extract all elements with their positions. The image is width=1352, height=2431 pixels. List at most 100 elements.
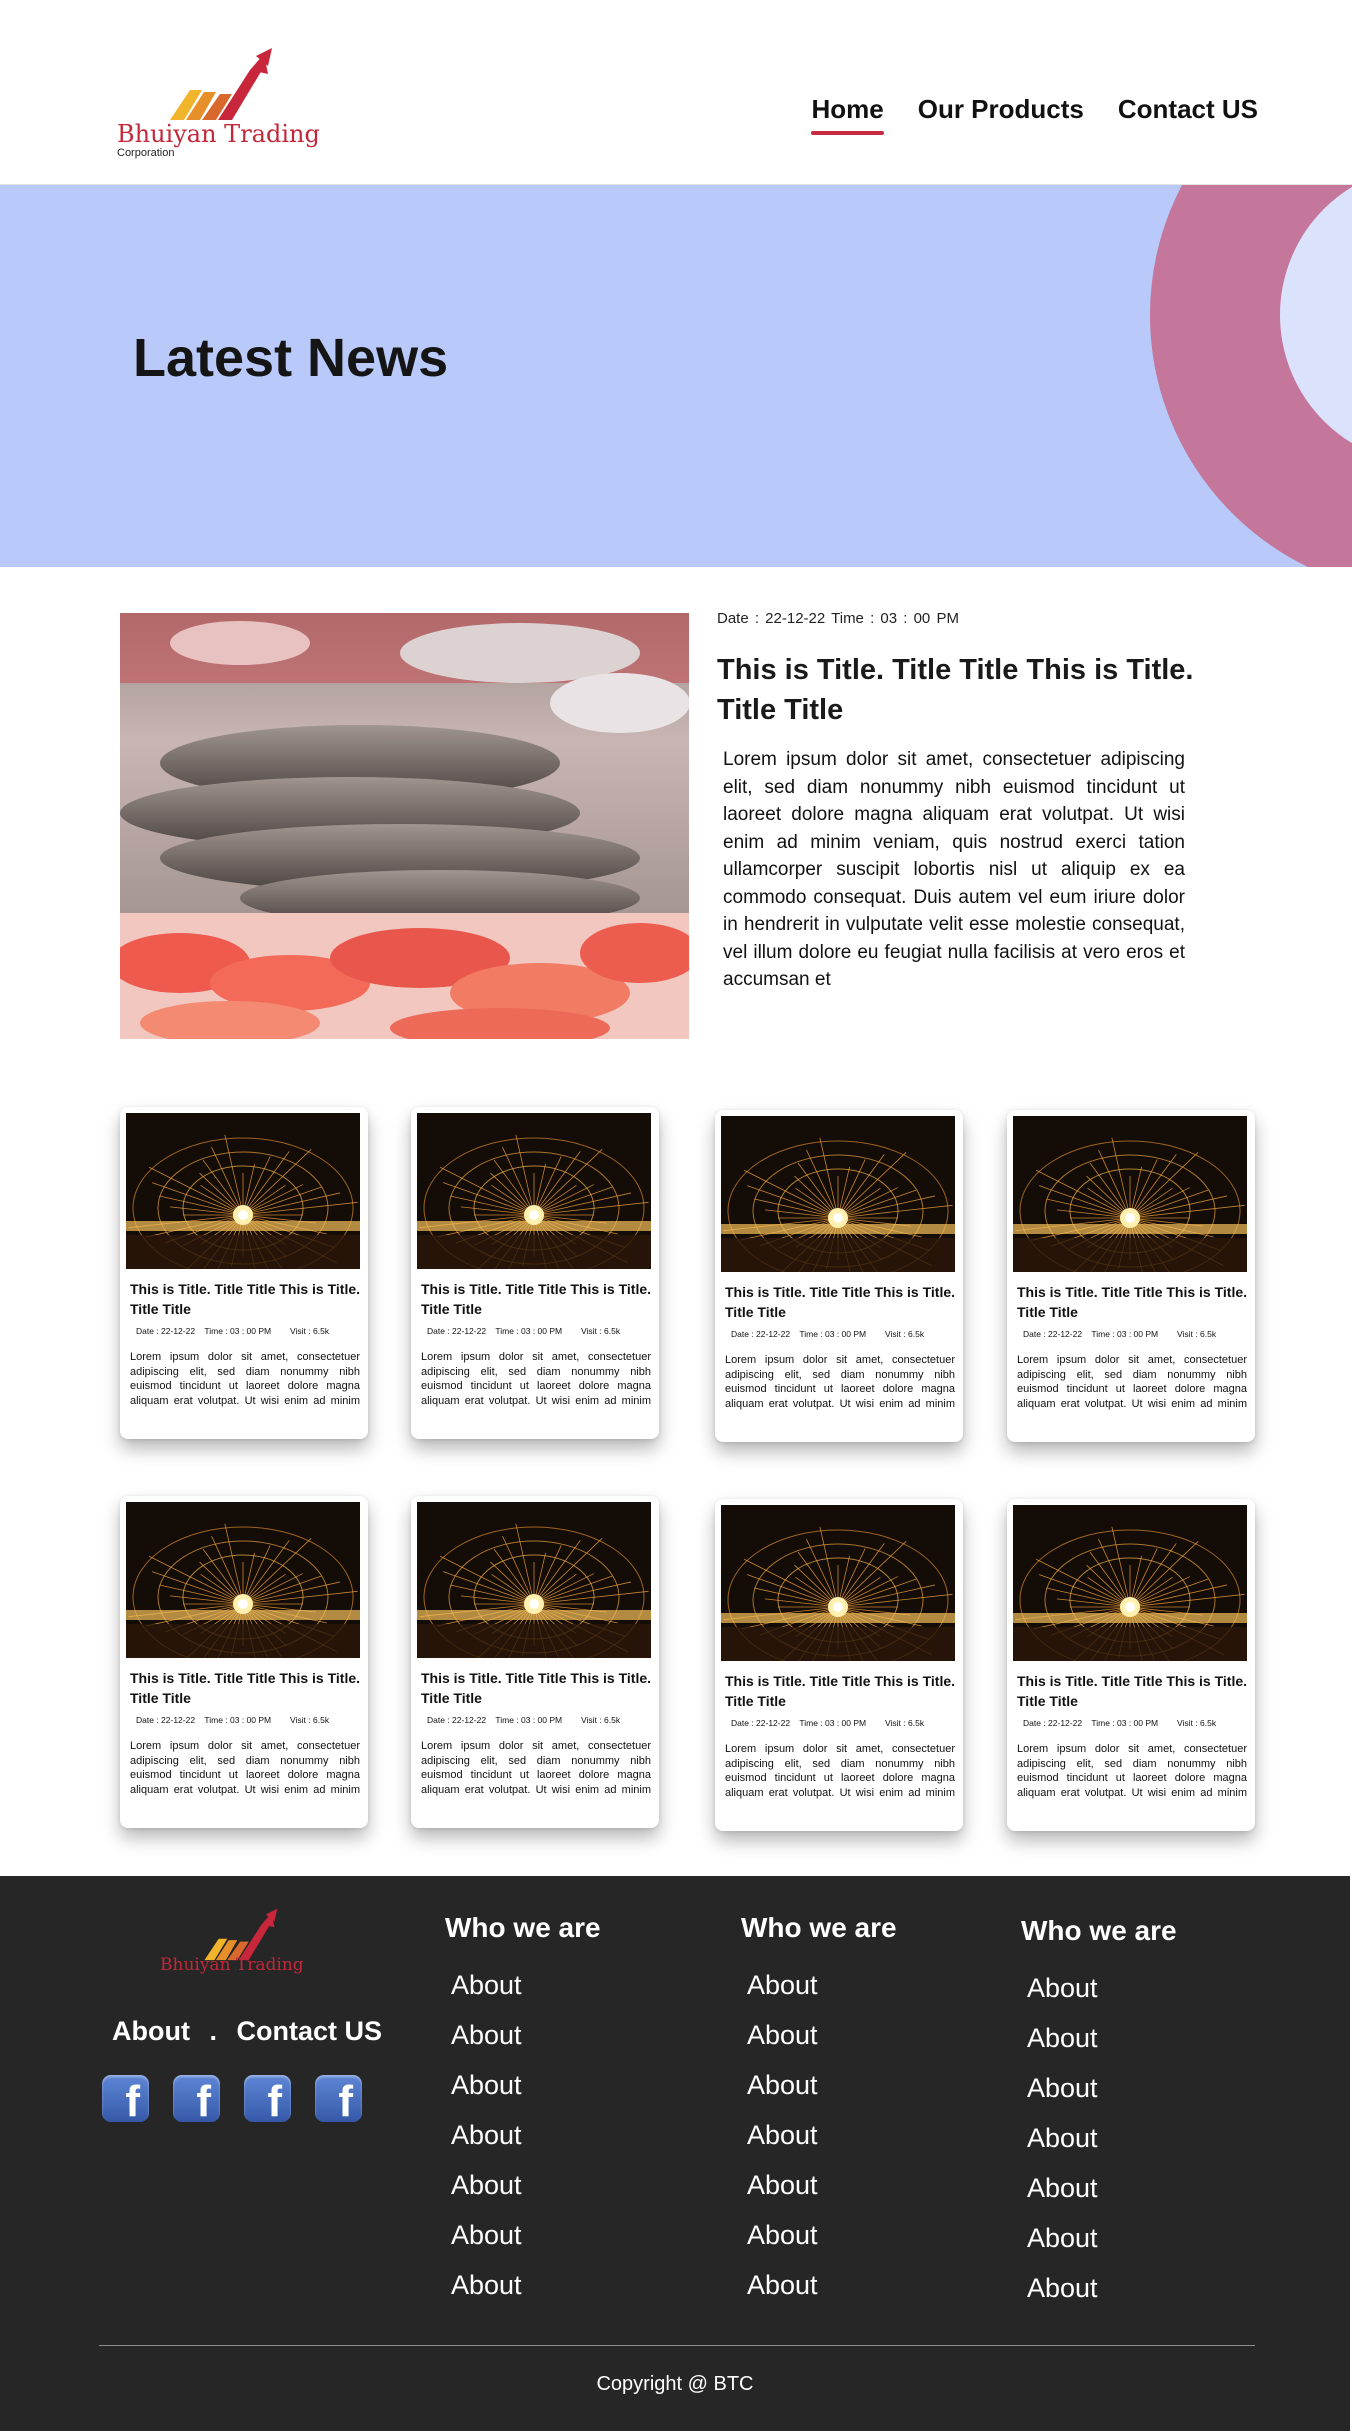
hero-banner: Latest News bbox=[0, 185, 1352, 567]
footer-column-link[interactable]: About bbox=[451, 2260, 601, 2310]
footer-column-link[interactable]: About bbox=[747, 2110, 897, 2160]
card-meta: Date : 22-12-22 Time : 03 : 00 PM Visit … bbox=[427, 1715, 621, 1725]
steel-wool-sparks-image bbox=[417, 1502, 651, 1658]
card-excerpt: Lorem ipsum dolor sit amet, consectetuer… bbox=[421, 1351, 651, 1410]
footer-column-link[interactable]: About bbox=[1027, 1963, 1177, 2013]
footer-column-heading: Who we are bbox=[741, 1912, 897, 1943]
main-nav: Home Our Products Contact US bbox=[811, 94, 1258, 135]
footer-column-link[interactable]: About bbox=[451, 2060, 601, 2110]
steel-wool-sparks-image bbox=[126, 1113, 360, 1269]
card-excerpt: Lorem ipsum dolor sit amet, consectetuer… bbox=[1017, 1354, 1247, 1413]
card-title[interactable]: This is Title. Title Title This is Title… bbox=[725, 1282, 959, 1322]
copyright-text: Copyright @ BTC bbox=[596, 2373, 754, 2395]
site-footer: Bhuiyan Trading About . Contact US f f f… bbox=[0, 1876, 1350, 2431]
card-title[interactable]: This is Title. Title Title This is Title… bbox=[1017, 1671, 1251, 1711]
card-meta: Date : 22-12-22 Time : 03 : 00 PM Visit … bbox=[1023, 1329, 1217, 1339]
nav-our-products[interactable]: Our Products bbox=[918, 94, 1084, 131]
card-title[interactable]: This is Title. Title Title This is Title… bbox=[130, 1279, 364, 1319]
news-card[interactable]: This is Title. Title Title This is Title… bbox=[411, 1107, 659, 1439]
brand-logo[interactable]: Bhuiyan Trading Corporation bbox=[113, 48, 320, 163]
card-image[interactable] bbox=[1013, 1116, 1247, 1272]
footer-column-link[interactable]: About bbox=[1027, 2263, 1177, 2313]
card-image[interactable] bbox=[1013, 1505, 1247, 1661]
featured-image[interactable] bbox=[120, 613, 689, 1039]
footer-quick-links: About . Contact US bbox=[112, 2016, 382, 2047]
card-image[interactable] bbox=[126, 1502, 360, 1658]
brand-subtitle: Corporation bbox=[117, 147, 175, 159]
card-title[interactable]: This is Title. Title Title This is Title… bbox=[725, 1671, 959, 1711]
footer-link-separator: . bbox=[209, 2016, 217, 2046]
card-excerpt: Lorem ipsum dolor sit amet, consectetuer… bbox=[130, 1740, 360, 1799]
footer-brand-name: Bhuiyan Trading bbox=[160, 1955, 304, 1975]
footer-column-link[interactable]: About bbox=[1027, 2063, 1177, 2113]
facebook-icon[interactable]: f bbox=[102, 2075, 149, 2124]
footer-column-link[interactable]: About bbox=[451, 2210, 601, 2260]
card-image[interactable] bbox=[417, 1113, 651, 1269]
featured-meta: Date : 22-12-22 Time : 03 : 00 PM bbox=[717, 610, 959, 627]
footer-column-link[interactable]: About bbox=[1027, 2213, 1177, 2263]
news-card[interactable]: This is Title. Title Title This is Title… bbox=[411, 1496, 659, 1828]
footer-column-heading: Who we are bbox=[445, 1912, 601, 1943]
card-meta: Date : 22-12-22 Time : 03 : 00 PM Visit … bbox=[1023, 1718, 1217, 1728]
footer-column-link[interactable]: About bbox=[1027, 2163, 1177, 2213]
card-image[interactable] bbox=[126, 1113, 360, 1269]
footer-column-link[interactable]: About bbox=[747, 2210, 897, 2260]
footer-logo[interactable]: Bhuiyan Trading bbox=[158, 1908, 308, 1988]
footer-column-link[interactable]: About bbox=[1027, 2113, 1177, 2163]
steel-wool-sparks-image bbox=[1013, 1116, 1247, 1272]
nav-home[interactable]: Home bbox=[811, 94, 884, 135]
card-image[interactable] bbox=[417, 1502, 651, 1658]
news-card[interactable]: This is Title. Title Title This is Title… bbox=[120, 1496, 368, 1828]
news-card[interactable]: This is Title. Title Title This is Title… bbox=[1007, 1110, 1255, 1442]
card-excerpt: Lorem ipsum dolor sit amet, consectetuer… bbox=[421, 1740, 651, 1799]
news-card[interactable]: This is Title. Title Title This is Title… bbox=[120, 1107, 368, 1439]
site-header: Bhuiyan Trading Corporation Home Our Pro… bbox=[0, 0, 1352, 185]
footer-column-link[interactable]: About bbox=[747, 2010, 897, 2060]
card-excerpt: Lorem ipsum dolor sit amet, consectetuer… bbox=[725, 1354, 955, 1413]
card-meta: Date : 22-12-22 Time : 03 : 00 PM Visit … bbox=[731, 1329, 925, 1339]
card-title[interactable]: This is Title. Title Title This is Title… bbox=[421, 1668, 655, 1708]
card-excerpt: Lorem ipsum dolor sit amet, consectetuer… bbox=[130, 1351, 360, 1410]
news-card[interactable]: This is Title. Title Title This is Title… bbox=[1007, 1499, 1255, 1831]
steel-wool-sparks-image bbox=[721, 1505, 955, 1661]
footer-column-2: Who we are About About About About About… bbox=[741, 1912, 897, 2310]
card-image[interactable] bbox=[721, 1505, 955, 1661]
footer-column-link[interactable]: About bbox=[747, 1960, 897, 2010]
footer-column-link[interactable]: About bbox=[1027, 2013, 1177, 2063]
footer-column-link[interactable]: About bbox=[451, 1960, 601, 2010]
fish-market-image bbox=[120, 613, 689, 1039]
card-excerpt: Lorem ipsum dolor sit amet, consectetuer… bbox=[725, 1743, 955, 1802]
brand-name: Bhuiyan Trading bbox=[117, 120, 320, 148]
footer-column-1: Who we are About About About About About… bbox=[445, 1912, 601, 2310]
card-meta: Date : 22-12-22 Time : 03 : 00 PM Visit … bbox=[136, 1326, 330, 1336]
footer-link-about[interactable]: About bbox=[112, 2016, 190, 2047]
news-card[interactable]: This is Title. Title Title This is Title… bbox=[715, 1499, 963, 1831]
footer-divider bbox=[99, 2345, 1255, 2346]
card-title[interactable]: This is Title. Title Title This is Title… bbox=[130, 1668, 364, 1708]
social-links: f f f f bbox=[102, 2075, 362, 2124]
steel-wool-sparks-image bbox=[417, 1113, 651, 1269]
footer-link-contact[interactable]: Contact US bbox=[237, 2016, 383, 2047]
footer-column-link[interactable]: About bbox=[451, 2160, 601, 2210]
news-card[interactable]: This is Title. Title Title This is Title… bbox=[715, 1110, 963, 1442]
featured-body: Lorem ipsum dolor sit amet, consectetuer… bbox=[723, 749, 1185, 990]
footer-column-link[interactable]: About bbox=[747, 2160, 897, 2210]
facebook-icon[interactable]: f bbox=[173, 2075, 220, 2124]
facebook-icon[interactable]: f bbox=[315, 2075, 362, 2124]
card-title[interactable]: This is Title. Title Title This is Title… bbox=[1017, 1282, 1251, 1322]
footer-column-link[interactable]: About bbox=[747, 2260, 897, 2310]
card-image[interactable] bbox=[721, 1116, 955, 1272]
nav-contact-us[interactable]: Contact US bbox=[1118, 94, 1258, 131]
facebook-icon[interactable]: f bbox=[244, 2075, 291, 2124]
featured-title[interactable]: This is Title. Title Title This is Title… bbox=[717, 650, 1217, 730]
card-title[interactable]: This is Title. Title Title This is Title… bbox=[421, 1279, 655, 1319]
footer-column-link[interactable]: About bbox=[451, 2110, 601, 2160]
footer-column-heading: Who we are bbox=[1021, 1915, 1177, 1946]
footer-column-link[interactable]: About bbox=[747, 2060, 897, 2110]
card-meta: Date : 22-12-22 Time : 03 : 00 PM Visit … bbox=[731, 1718, 925, 1728]
steel-wool-sparks-image bbox=[721, 1116, 955, 1272]
footer-column-link[interactable]: About bbox=[451, 2010, 601, 2060]
card-meta: Date : 22-12-22 Time : 03 : 00 PM Visit … bbox=[427, 1326, 621, 1336]
card-excerpt: Lorem ipsum dolor sit amet, consectetuer… bbox=[1017, 1743, 1247, 1802]
footer-column-3: Who we are About About About About About… bbox=[1021, 1915, 1177, 2313]
